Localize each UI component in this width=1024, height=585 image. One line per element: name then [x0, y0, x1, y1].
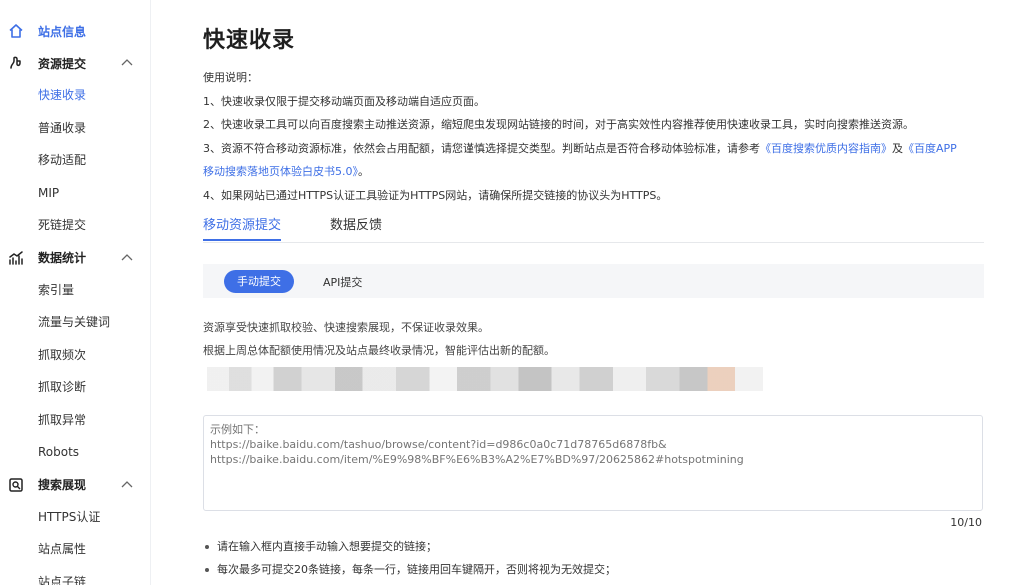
whitepaper-link[interactable]: 《百度APP: [903, 142, 957, 155]
chevron-up-icon[interactable]: [120, 478, 134, 492]
sidebar-group-search-display[interactable]: 搜索展现: [0, 469, 150, 501]
instruction-line-4: 4、如果网站已通过HTTPS认证工具验证为HTTPS网站，请确保所提交链接的协议…: [203, 188, 668, 202]
sidebar-group-data-stats[interactable]: 数据统计: [0, 242, 150, 274]
chart-icon: [6, 248, 26, 268]
instruction-line-2: 2、快速收录工具可以向百度搜索主动推送资源，缩短爬虫发现网站链接的时间，对于高实…: [203, 118, 914, 131]
sidebar-item-crawl-errors[interactable]: 抓取异常: [0, 404, 150, 437]
tab-mobile-resource-submit[interactable]: 移动资源提交: [203, 214, 281, 233]
sidebar-group-label: 数据统计: [38, 251, 87, 265]
sidebar-item-traffic-keywords[interactable]: 流量与关键词: [0, 306, 150, 339]
sidebar-item-crawl-frequency[interactable]: 抓取频次: [0, 339, 150, 372]
instruction-line-1: 1、快速收录仅限于提交移动端页面及移动端自适应页面。: [203, 94, 485, 108]
submit-icon: [6, 53, 26, 73]
whitepaper-link-cont[interactable]: 移动搜索落地页体验白皮书5.0》: [203, 165, 358, 178]
sidebar-item-sub-links[interactable]: 站点子链: [0, 566, 150, 585]
instruction-line-3: 3、资源不符合移动资源标准，依然会占用配额，请您谨慎选择提交类型。判断站点是否符…: [203, 137, 984, 161]
sidebar-group-label: 搜索展现: [38, 478, 87, 492]
rule-item: 每次最多可提交20条链接，每条一行，链接用回车键隔开，否则将视为无效提交；: [203, 558, 616, 581]
rule-item: 请在输入框内直接手动输入想要提交的链接；: [203, 535, 616, 558]
submit-counter: 10/10: [950, 516, 982, 529]
submit-mode-bar: 手动提交 API提交: [203, 264, 984, 298]
instructions: 使用说明： 1、快速收录仅限于提交移动端页面及移动端自适应页面。 2、快速收录工…: [203, 66, 984, 207]
sidebar-item-mobile-adapt[interactable]: 移动适配: [0, 144, 150, 177]
sidebar-item-dead-link[interactable]: 死链提交: [0, 209, 150, 242]
blurred-quota-info: [207, 367, 763, 391]
page-title: 快速收录: [203, 28, 296, 53]
instruction-line-3-and: 及: [892, 141, 903, 155]
sidebar-item-robots[interactable]: Robots: [0, 436, 150, 469]
main-content: 快速收录 使用说明： 1、快速收录仅限于提交移动端页面及移动端自适应页面。 2、…: [203, 0, 984, 585]
submit-rules: 请在输入框内直接手动输入想要提交的链接； 每次最多可提交20条链接，每条一行，链…: [203, 535, 616, 581]
sidebar-group-label: 资源提交: [38, 56, 87, 71]
sidebar-item-https-auth[interactable]: HTTPS认证: [0, 501, 150, 534]
sidebar-item-quick-index[interactable]: 快速收录: [0, 79, 150, 112]
sidebar-item-site-attributes[interactable]: 站点属性: [0, 533, 150, 566]
sidebar: 站点信息 资源提交 快速收录 普通收录 移动适配 MIP 死链提交 数据统计 索…: [0, 0, 151, 585]
instruction-line-3-end: 。: [358, 165, 369, 178]
note-quota: 根据上周总体配额使用情况及站点最终收录情况，智能评估出新的配额。: [203, 344, 555, 357]
sidebar-site-info[interactable]: 站点信息: [0, 15, 150, 47]
url-submit-textarea[interactable]: [203, 415, 983, 511]
quality-guide-link[interactable]: 《百度搜索优质内容指南》: [760, 142, 892, 155]
api-submit-tab[interactable]: API提交: [323, 274, 362, 290]
tab-bar: 移动资源提交 数据反馈: [203, 209, 984, 243]
active-tab-indicator: [203, 239, 281, 241]
note-fast-crawl: 资源享受快速抓取校验、快速搜索展现，不保证收录效果。: [203, 321, 489, 334]
search-display-icon: [6, 475, 26, 495]
instruction-line-3-text: 3、资源不符合移动资源标准，依然会占用配额，请您谨慎选择提交类型。判断站点是否符…: [203, 141, 760, 155]
chevron-up-icon[interactable]: [120, 56, 134, 70]
home-icon: [6, 21, 26, 41]
tab-data-feedback[interactable]: 数据反馈: [330, 214, 382, 233]
sidebar-item-crawl-diagnosis[interactable]: 抓取诊断: [0, 371, 150, 404]
sidebar-group-resource-submit[interactable]: 资源提交: [0, 47, 150, 79]
instruction-line-3-cont: 移动搜索落地页体验白皮书5.0》。: [203, 160, 984, 184]
sidebar-item-normal-index[interactable]: 普通收录: [0, 112, 150, 145]
sidebar-item-mip[interactable]: MIP: [0, 177, 150, 210]
instructions-heading: 使用说明：: [203, 71, 258, 84]
sidebar-site-info-label: 站点信息: [38, 24, 87, 39]
sidebar-item-index-volume[interactable]: 索引量: [0, 274, 150, 307]
chevron-up-icon[interactable]: [120, 251, 134, 265]
manual-submit-tab[interactable]: 手动提交: [224, 270, 294, 293]
